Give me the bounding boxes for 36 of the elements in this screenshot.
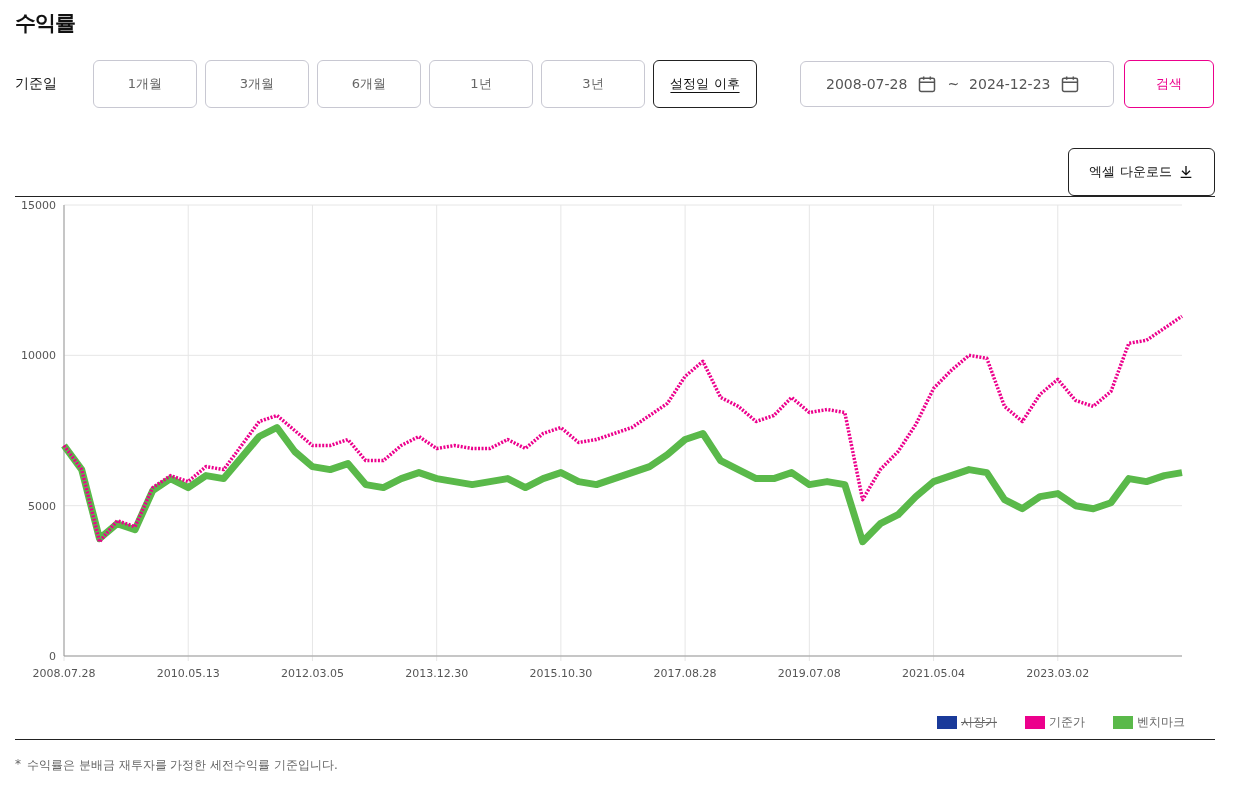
y-tick-label: 0 [49,650,56,663]
legend-swatch [1113,715,1133,729]
calendar-icon[interactable] [917,74,938,94]
period-button[interactable]: 설정일 이후 [653,60,757,108]
footnote-mark: * [15,757,21,773]
x-tick-label: 2017.08.28 [653,667,717,680]
period-button[interactable]: 3개월 [205,60,309,108]
search-button[interactable]: 검색 [1124,60,1214,108]
excel-download-button[interactable]: 엑셀 다운로드 [1068,148,1215,196]
period-button[interactable]: 6개월 [317,60,421,108]
page-title: 수익률 [15,10,75,37]
x-tick-label: 2021.05.04 [902,667,966,680]
separator-text: ~ [947,76,960,92]
x-tick-label: 2013.12.30 [405,667,469,680]
legend-label[interactable]: 벤치마크 [1137,713,1185,731]
x-tick-label: 2015.10.30 [529,667,593,680]
period-button[interactable]: 3년 [541,60,645,108]
x-tick-label: 2010.05.13 [156,667,220,680]
x-tick-label: 2012.03.05 [280,667,344,680]
y-tick-label: 15000 [21,199,56,212]
y-tick-label: 10000 [21,349,56,363]
period-button[interactable]: 1년 [429,60,533,108]
footnote-text: 수익률은 분배금 재투자를 가정한 세전수익률 기준입니다. [27,757,338,774]
legend-label[interactable]: 기준가 [1049,713,1085,731]
end-date-text: 2024-12-23 [969,76,1051,92]
y-tick-label: 5000 [28,499,56,513]
period-button[interactable]: 1개월 [93,60,197,108]
x-tick-label: 2008.07.28 [32,667,96,680]
date-range-field[interactable]: 2008-07-28 ~ 2024-12-23 [800,61,1114,107]
start-date-text: 2008-07-28 [826,76,908,92]
filter-label: 기준일 [15,75,58,93]
legend-swatch [1025,715,1045,729]
x-tick-label: 2019.07.08 [777,667,841,680]
x-tick-label: 2023.03.02 [1026,667,1090,680]
calendar-icon[interactable] [1060,74,1081,94]
legend-label[interactable]: 시장가 [961,713,997,731]
